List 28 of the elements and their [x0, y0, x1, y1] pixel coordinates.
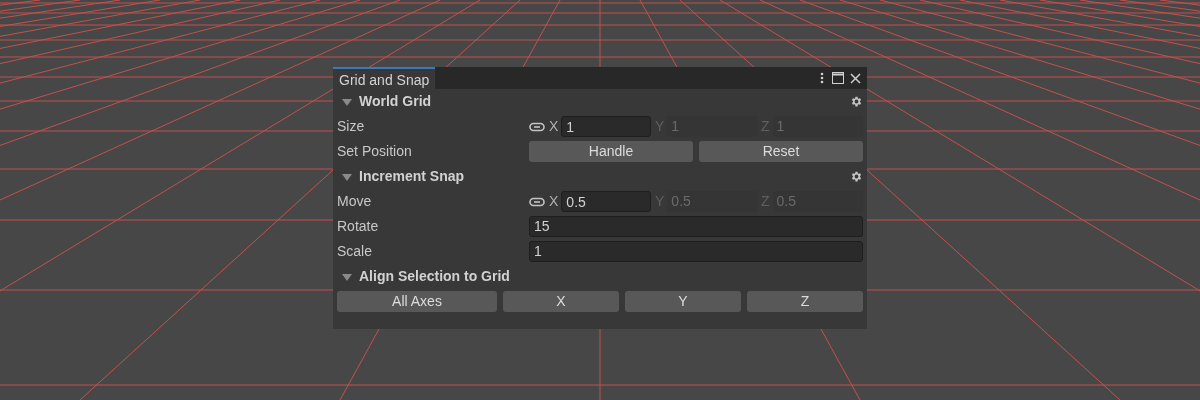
field-label: Move	[337, 192, 373, 211]
number-field[interactable]: 1	[529, 241, 863, 262]
number-field[interactable]: 1	[561, 116, 651, 137]
axis-label: X	[549, 192, 559, 211]
action-button[interactable]: Handle	[529, 141, 693, 162]
settings-icon[interactable]	[850, 95, 863, 108]
field-label: Scale	[337, 242, 374, 261]
link-icon[interactable]	[529, 196, 545, 207]
align-button[interactable]: Z	[747, 291, 863, 312]
field-label: Set Position	[337, 142, 413, 161]
window-tab[interactable]: Grid and Snap	[333, 67, 436, 89]
number-field[interactable]: 15	[529, 216, 863, 237]
section-title: Increment Snap	[359, 167, 465, 186]
align-button[interactable]: All Axes	[337, 291, 497, 312]
section-title: Align Selection to Grid	[359, 267, 510, 286]
more-icon[interactable]	[820, 72, 824, 84]
field-label: Rotate	[337, 217, 380, 236]
section-title: World Grid	[359, 92, 432, 111]
action-button[interactable]: Reset	[699, 141, 863, 162]
settings-icon[interactable]	[850, 170, 863, 183]
field-label: Size	[337, 117, 366, 136]
align-button[interactable]: Y	[625, 291, 741, 312]
close-icon[interactable]	[850, 72, 861, 84]
number-field[interactable]: 0.5	[561, 191, 651, 212]
axis-label: X	[549, 117, 559, 136]
maximize-icon[interactable]	[832, 72, 844, 84]
align-button[interactable]: X	[503, 291, 619, 312]
link-icon[interactable]	[529, 121, 545, 132]
